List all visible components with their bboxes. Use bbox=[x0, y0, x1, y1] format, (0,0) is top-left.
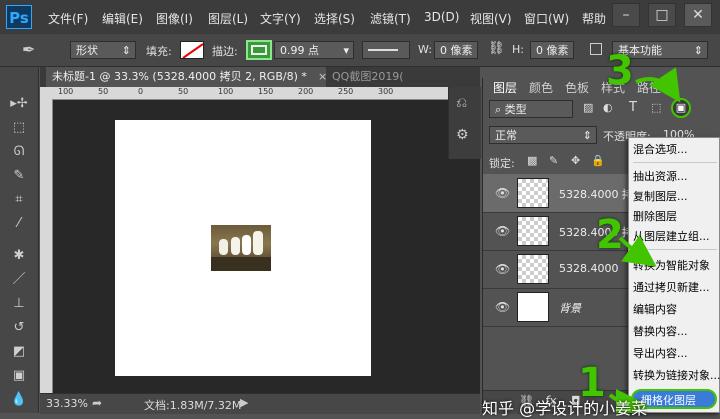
arrow-step-3 bbox=[635, 67, 681, 103]
annotation-step-2: 2 bbox=[596, 212, 624, 258]
arrow-step-2 bbox=[618, 235, 657, 267]
zhihu-watermark: 知乎 @学设计的小姜菜 bbox=[482, 399, 648, 418]
annotation-step-3: 3 bbox=[606, 48, 634, 94]
